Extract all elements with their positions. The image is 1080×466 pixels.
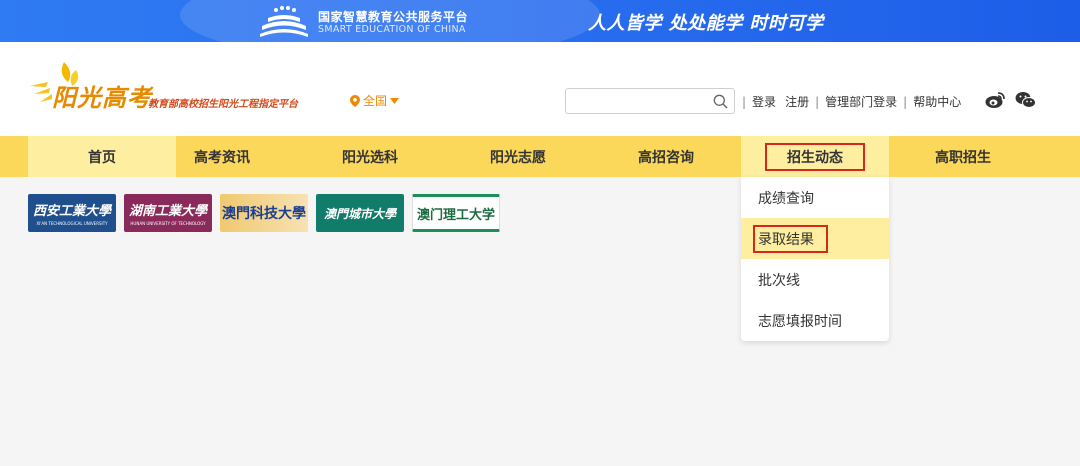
nav-item-news[interactable]: 高考资讯	[148, 136, 296, 177]
platform-name-cn: 国家智慧教育公共服务平台	[318, 10, 469, 24]
university-logo-cityu-macau[interactable]: 澳門城市大學	[316, 194, 404, 232]
header-links: | 登录 注册 | 管理部门登录 | 帮助中心	[742, 93, 961, 110]
nav-label: 阳光志愿	[490, 149, 546, 166]
university-name: 澳门理工大学	[416, 207, 495, 223]
admin-login-link[interactable]: 管理部门登录	[825, 93, 897, 110]
dropdown-label: 志愿填报时间	[758, 313, 842, 330]
dropdown-item-admission-result[interactable]: 录取结果	[741, 218, 889, 259]
university-logo-must[interactable]: 澳門科技大學	[220, 194, 308, 232]
link-separator: |	[815, 94, 820, 109]
search-box	[565, 88, 735, 114]
dropdown-item-score-query[interactable]: 成绩查询	[741, 177, 889, 218]
university-name-en: XI'AN TECHNOLOGICAL UNIVERSITY	[36, 221, 108, 226]
nav-item-consult[interactable]: 高招咨询	[592, 136, 740, 177]
link-separator: |	[742, 94, 747, 109]
nav-item-admission-news[interactable]: 招生动态	[741, 136, 889, 177]
university-name: 澳門科技大學	[222, 206, 306, 222]
nav-label: 高职招生	[935, 149, 991, 166]
university-name-en: HUNAN UNIVERSITY OF TECHNOLOGY	[130, 221, 206, 226]
university-logo-mpu[interactable]: 澳门理工大学	[412, 194, 500, 232]
nav-label: 首页	[88, 149, 116, 166]
university-logo-hut[interactable]: 湖南工業大學 HUNAN UNIVERSITY OF TECHNOLOGY	[124, 194, 212, 232]
dropdown-item-application-time[interactable]: 志愿填报时间	[741, 300, 889, 341]
caret-down-icon	[390, 97, 400, 104]
region-selector[interactable]: 全国	[350, 92, 400, 109]
nav-item-subject-selection[interactable]: 阳光选科	[296, 136, 444, 177]
nav-label: 高考资讯	[194, 149, 250, 166]
dropdown-label: 批次线	[758, 272, 800, 289]
register-link[interactable]: 注册	[785, 93, 809, 110]
smart-education-logo-icon[interactable]	[258, 4, 310, 38]
nav-label: 招生动态	[765, 142, 865, 171]
link-separator: |	[903, 94, 908, 109]
university-name: 西安工業大學	[32, 204, 111, 219]
wechat-icon[interactable]	[1015, 91, 1036, 109]
university-logo-xatu[interactable]: 西安工業大學 XI'AN TECHNOLOGICAL UNIVERSITY	[28, 194, 116, 232]
dropdown-label: 成绩查询	[758, 190, 814, 207]
platform-name-en: SMART EDUCATION OF CHINA	[318, 24, 466, 35]
site-header: 阳光高考 教育部高校招生阳光工程指定平台 全国 | 登录 注册 | 管理部门登录…	[0, 42, 1080, 136]
nav-label: 阳光选科	[342, 149, 398, 166]
search-icon[interactable]	[713, 94, 728, 109]
university-name: 湖南工業大學	[128, 204, 207, 219]
brand-subtitle: 教育部高校招生阳光工程指定平台	[148, 99, 298, 110]
weibo-icon[interactable]	[985, 91, 1005, 109]
dropdown-label: 录取结果	[753, 224, 828, 253]
university-name: 澳門城市大學	[323, 206, 396, 221]
search-input[interactable]	[566, 89, 706, 113]
location-pin-icon	[350, 94, 360, 107]
nav-item-volunteer[interactable]: 阳光志愿	[444, 136, 592, 177]
brand-name[interactable]: 阳光高考	[52, 78, 152, 113]
help-center-link[interactable]: 帮助中心	[913, 93, 961, 110]
login-link[interactable]: 登录	[752, 93, 776, 110]
admission-news-dropdown: 成绩查询 录取结果 批次线 志愿填报时间	[741, 177, 889, 341]
nav-item-vocational[interactable]: 高职招生	[889, 136, 1037, 177]
top-banner: 国家智慧教育公共服务平台 SMART EDUCATION OF CHINA 人人…	[0, 0, 1080, 42]
region-label: 全国	[363, 94, 388, 108]
main-nav: 首页 高考资讯 阳光选科 阳光志愿 高招咨询 招生动态 高职招生	[0, 136, 1080, 177]
dropdown-item-batch-line[interactable]: 批次线	[741, 259, 889, 300]
nav-label: 高招咨询	[638, 149, 694, 166]
banner-slogan: 人人皆学 处处能学 时时可学	[588, 13, 824, 34]
